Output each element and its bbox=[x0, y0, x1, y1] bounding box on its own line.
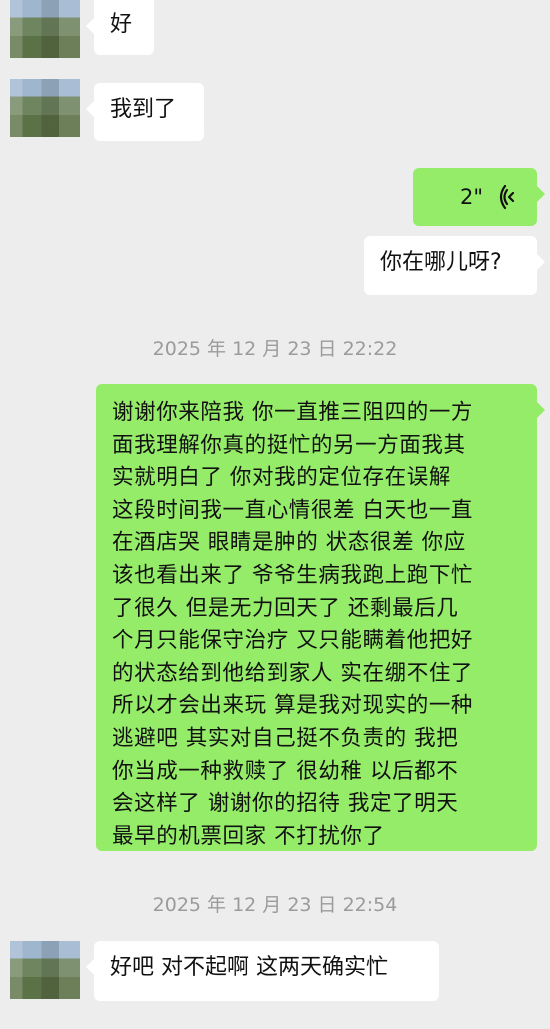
avatar[interactable] bbox=[10, 941, 80, 999]
message-text: 好吧 对不起啊 这两天确实忙 bbox=[110, 955, 388, 980]
message-line: 所以才会出来玩 算是我对现实的一种 bbox=[112, 693, 474, 719]
message-text: 你在哪儿呀? bbox=[380, 250, 502, 275]
timestamp: 2025 年 12 月 23 日 22:22 bbox=[152, 338, 398, 360]
message-line: 该也看出来了 爷爷生病我跑上跑下忙 bbox=[112, 562, 474, 588]
message-line: 会这样了 谢谢你的招待 我定了明天 bbox=[112, 791, 459, 817]
message-bubble-received[interactable]: 我到了 bbox=[86, 83, 204, 141]
message-text: 好 bbox=[110, 12, 133, 37]
message-bubble-sent-long[interactable]: 谢谢你来陪我 你一直推三阻四的一方 面我理解你真的挺忙的另一方面我其 实就明白了 你… bbox=[96, 384, 545, 853]
message-text-long: 谢谢你来陪我 你一直推三阻四的一方 面我理解你真的挺忙的另一方面我其 实就明白了 你… bbox=[112, 397, 523, 853]
message-line: 逃避吧 其实对自己挺不负责的 我把 bbox=[112, 725, 459, 751]
message-text: 我到了 bbox=[110, 97, 177, 122]
message-bubble-received[interactable]: 好吧 对不起啊 这两天确实忙 bbox=[86, 941, 439, 1001]
avatar[interactable] bbox=[10, 0, 80, 58]
voice-wave-icon bbox=[499, 184, 515, 210]
message-line: 这段时间我一直心情很差 白天也一直 bbox=[112, 497, 474, 523]
message-line: 谢谢你来陪我 你一直推三阻四的一方 bbox=[112, 400, 474, 425]
timestamp: 2025 年 12 月 23 日 22:54 bbox=[152, 894, 398, 916]
message-line: 实就明白了 你对我的定位存在误解 bbox=[112, 465, 451, 491]
message-line: 在酒店哭 眼睛是肿的 状态很差 你应 bbox=[112, 530, 466, 556]
avatar[interactable] bbox=[10, 79, 80, 137]
message-line: 了很久 但是无力回天了 还剩最后几 bbox=[112, 595, 459, 621]
message-line: 的状态给到他给到家人 实在绷不住了 bbox=[112, 660, 474, 686]
message-bubble-received[interactable]: 好 bbox=[86, 0, 154, 55]
voice-message-bubble[interactable]: 2" bbox=[413, 168, 545, 226]
message-line: 个月只能保守治疗 又只能瞒着他把好 bbox=[112, 628, 474, 654]
message-line: 面我理解你真的挺忙的另一方面我其 bbox=[112, 432, 466, 458]
voice-duration: 2" bbox=[459, 185, 483, 209]
message-bubble-sent[interactable]: 你在哪儿呀? bbox=[364, 236, 545, 295]
message-line: 最早的机票回家 不打扰你了 bbox=[112, 823, 385, 849]
message-line: 你当成一种救赎了 很幼稚 以后都不 bbox=[112, 758, 459, 784]
